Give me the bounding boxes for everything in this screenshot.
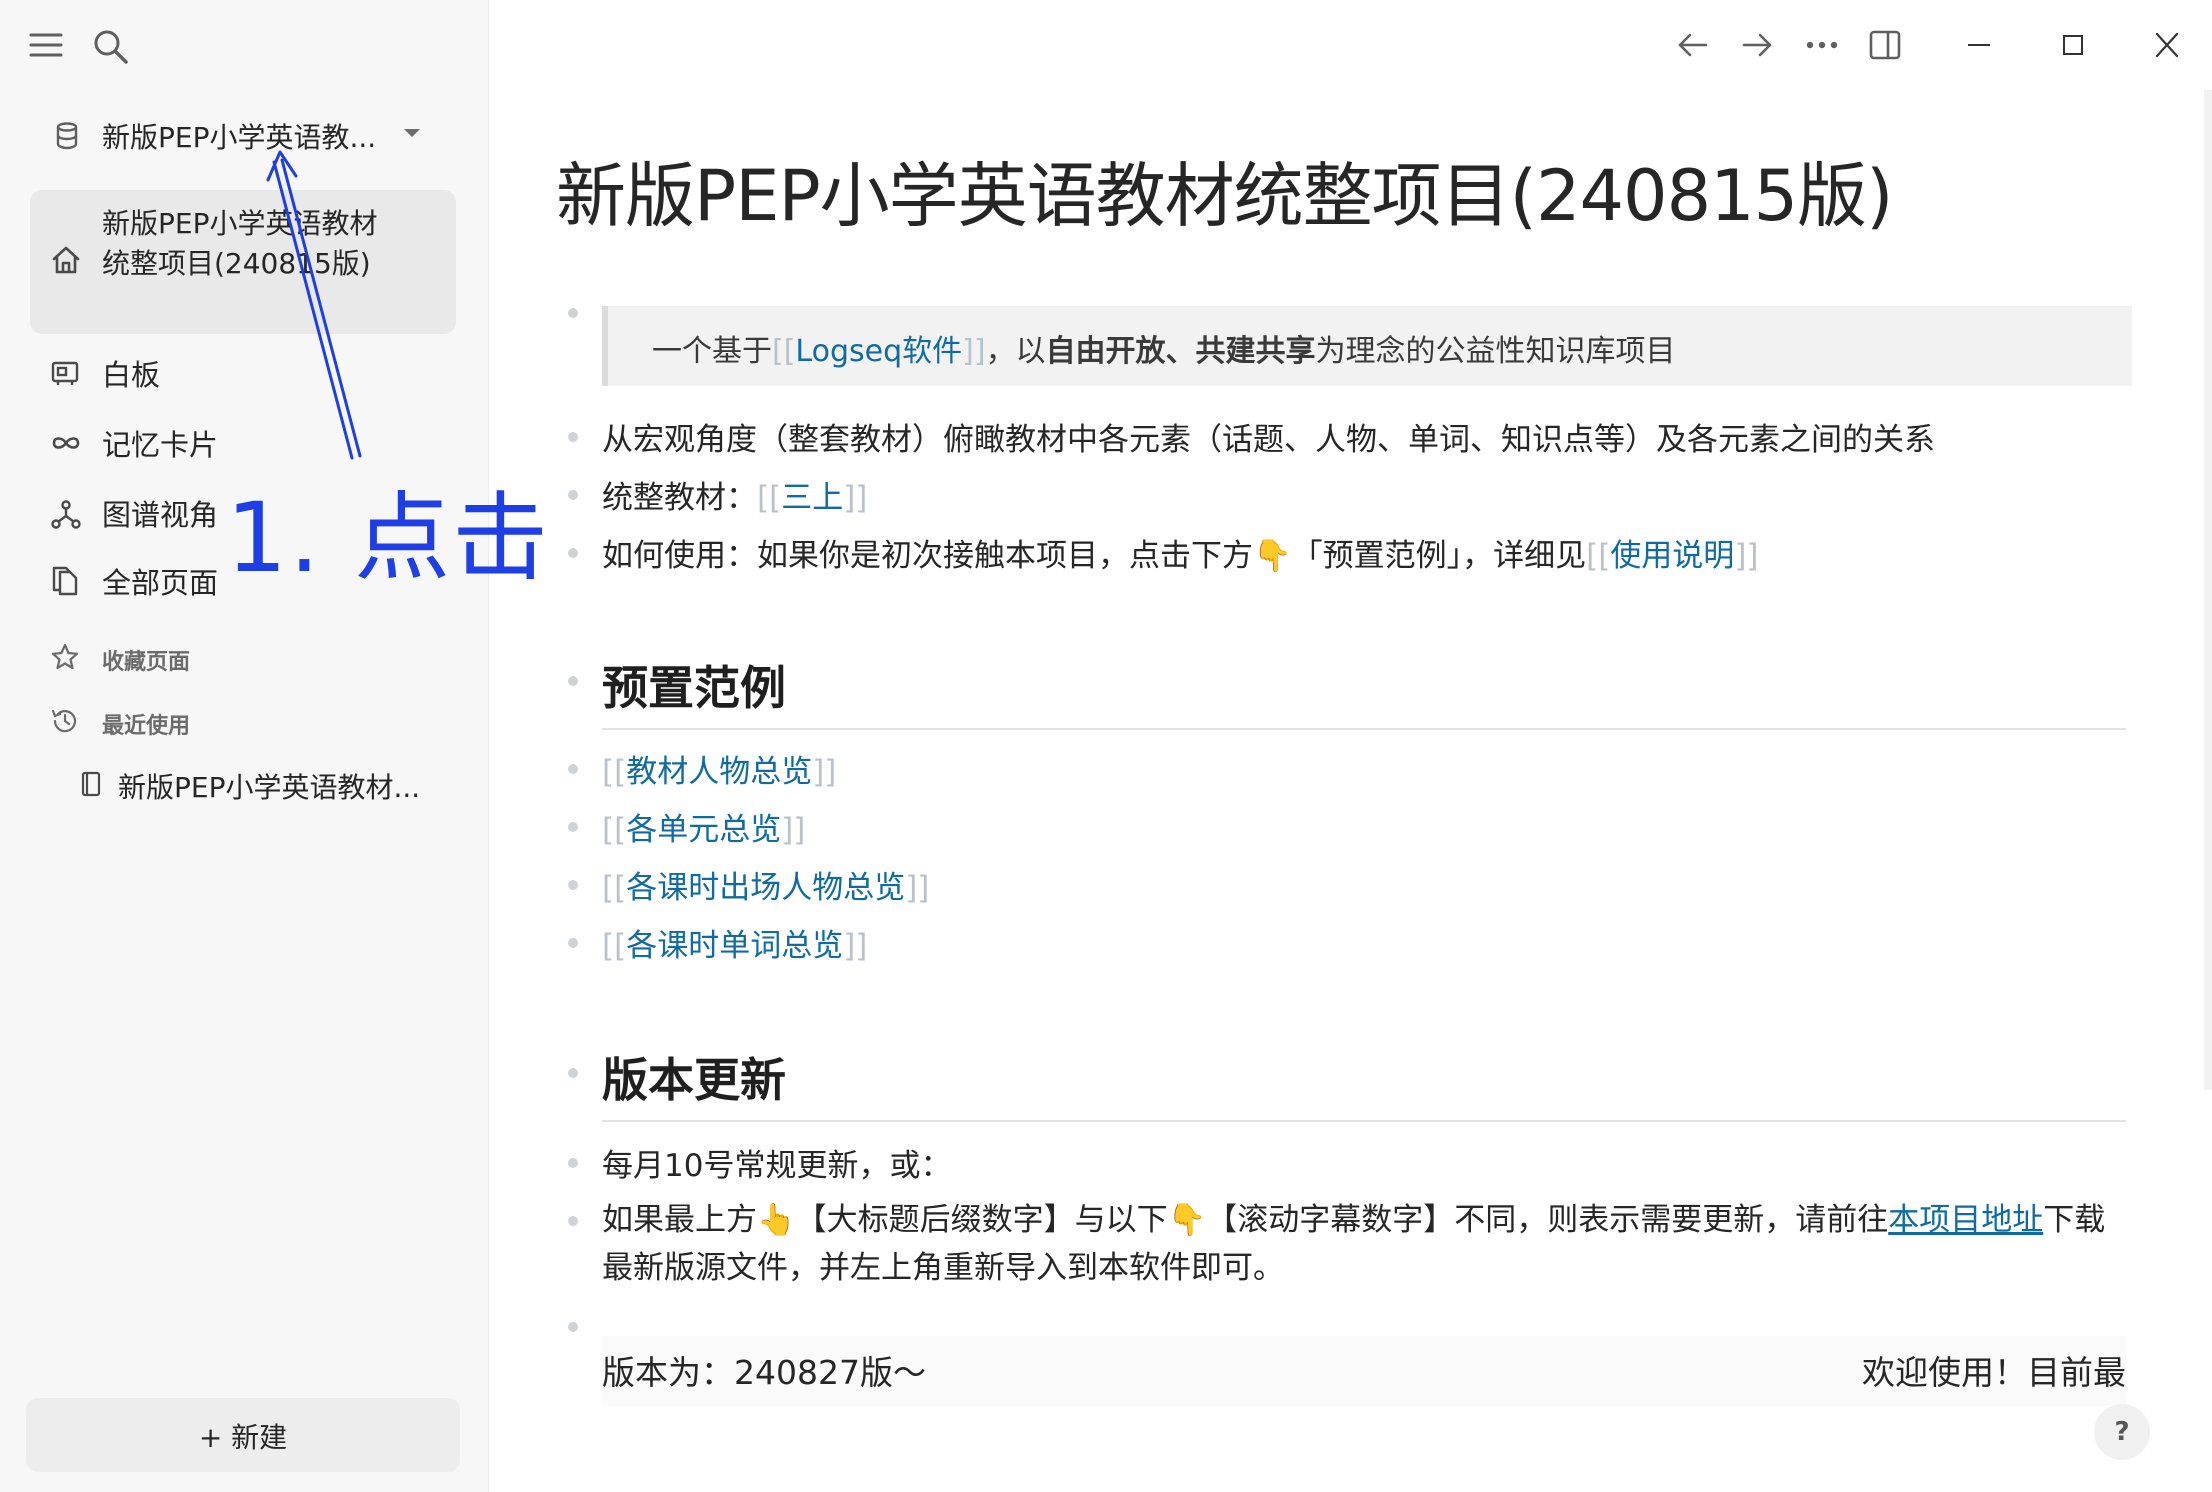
quote-block[interactable]: 一个基于[[Logseq软件]]，以自由开放、共建共享为理念的公益性知识库项目 (602, 306, 2132, 386)
star-icon (50, 642, 80, 672)
page-icon (80, 770, 102, 798)
block-bullet[interactable] (568, 676, 578, 686)
version-marquee: 版本为：240827版～ 欢迎使用！目前最 (602, 1336, 2126, 1406)
right-sidebar-toggle-icon[interactable] (1868, 28, 1902, 62)
block-bullet[interactable] (568, 490, 578, 500)
block-bullet[interactable] (568, 1068, 578, 1078)
welcome-text: 欢迎使用！目前最 (1862, 1353, 2126, 1392)
version-text: 版本为：240827版～ (602, 1353, 926, 1392)
preset-item: [[教材人物总览]] (602, 754, 837, 790)
close-icon[interactable] (2152, 28, 2182, 62)
howto-line: 如何使用：如果你是初次接触本项目，点击下方👇「预置范例」，详细见[[使用说明]] (602, 538, 1759, 574)
minimize-icon[interactable] (1964, 28, 1994, 62)
recent-page-item[interactable]: 新版PEP小学英语教材... (76, 762, 456, 808)
sidebar-section-favorites[interactable]: 收藏页面 (30, 632, 456, 682)
preset-item: [[各课时出场人物总览]] (602, 870, 930, 906)
block-bullet[interactable] (568, 308, 578, 318)
preset-page-link[interactable]: 教材人物总览 (626, 754, 812, 790)
sidebar-section-recent[interactable]: 最近使用 (30, 696, 456, 746)
block-bullet[interactable] (568, 1322, 578, 1332)
preset-item: [[各单元总览]] (602, 812, 806, 848)
block-bullet[interactable] (568, 880, 578, 890)
recent-page-label: 新版PEP小学英语教材... (118, 771, 421, 804)
preset-page-link[interactable]: 各单元总览 (626, 812, 781, 848)
logseq-page-link[interactable]: Logseq软件 (795, 334, 962, 369)
maximize-icon[interactable] (2058, 28, 2088, 62)
heading-divider (602, 728, 2126, 730)
preset-item: [[各课时单词总览]] (602, 928, 868, 964)
heading-divider (602, 1120, 2126, 1122)
new-page-button[interactable]: + 新建 (26, 1398, 460, 1472)
sidebar-section-label: 最近使用 (102, 714, 191, 739)
preset-heading: 预置范例 (602, 661, 786, 715)
usage-page-link[interactable]: 使用说明 (1610, 538, 1734, 574)
block-bullet[interactable] (568, 1216, 578, 1226)
update-heading: 版本更新 (602, 1053, 786, 1107)
block-bullet[interactable] (568, 432, 578, 442)
compiled-line: 统整教材：[[三上]] (602, 480, 868, 516)
compiled-page-link[interactable]: 三上 (781, 480, 843, 516)
quote-text: 一个基于[[Logseq软件]]，以自由开放、共建共享为理念的公益性知识库项目 (652, 334, 1676, 369)
help-button[interactable]: ? (2094, 1404, 2150, 1460)
sidebar-section-label: 收藏页面 (102, 650, 191, 675)
block-bullet[interactable] (568, 548, 578, 558)
preset-page-link[interactable]: 各课时出场人物总览 (626, 870, 905, 906)
block-bullet[interactable] (568, 938, 578, 948)
new-button-label: + 新建 (198, 1421, 288, 1454)
history-icon (50, 706, 80, 736)
arrow-right-icon[interactable] (1740, 28, 1774, 62)
intro-line: 从宏观角度（整套教材）俯瞰教材中各元素（话题、人物、单词、知识点等）及各元素之间… (602, 422, 1935, 458)
annotation-label: 1. 点击 (226, 482, 551, 594)
update-line-1: 每月10号常规更新，或： (602, 1148, 952, 1184)
block-bullet[interactable] (568, 1158, 578, 1168)
block-bullet[interactable] (568, 822, 578, 832)
more-icon[interactable] (1804, 28, 1840, 62)
preset-page-link[interactable]: 各课时单词总览 (626, 928, 843, 964)
page-title[interactable]: 新版PEP小学英语教材统整项目(240815版) (556, 140, 1893, 241)
block-bullet[interactable] (568, 764, 578, 774)
scrollbar[interactable] (2204, 90, 2212, 1090)
arrow-left-icon[interactable] (1676, 28, 1710, 62)
project-address-link[interactable]: 本项目地址 (1888, 1202, 2043, 1238)
update-line-2: 如果最上方👆【大标题后缀数字】与以下👇【滚动字幕数字】不同，则表示需要更新，请前… (602, 1202, 2106, 1286)
